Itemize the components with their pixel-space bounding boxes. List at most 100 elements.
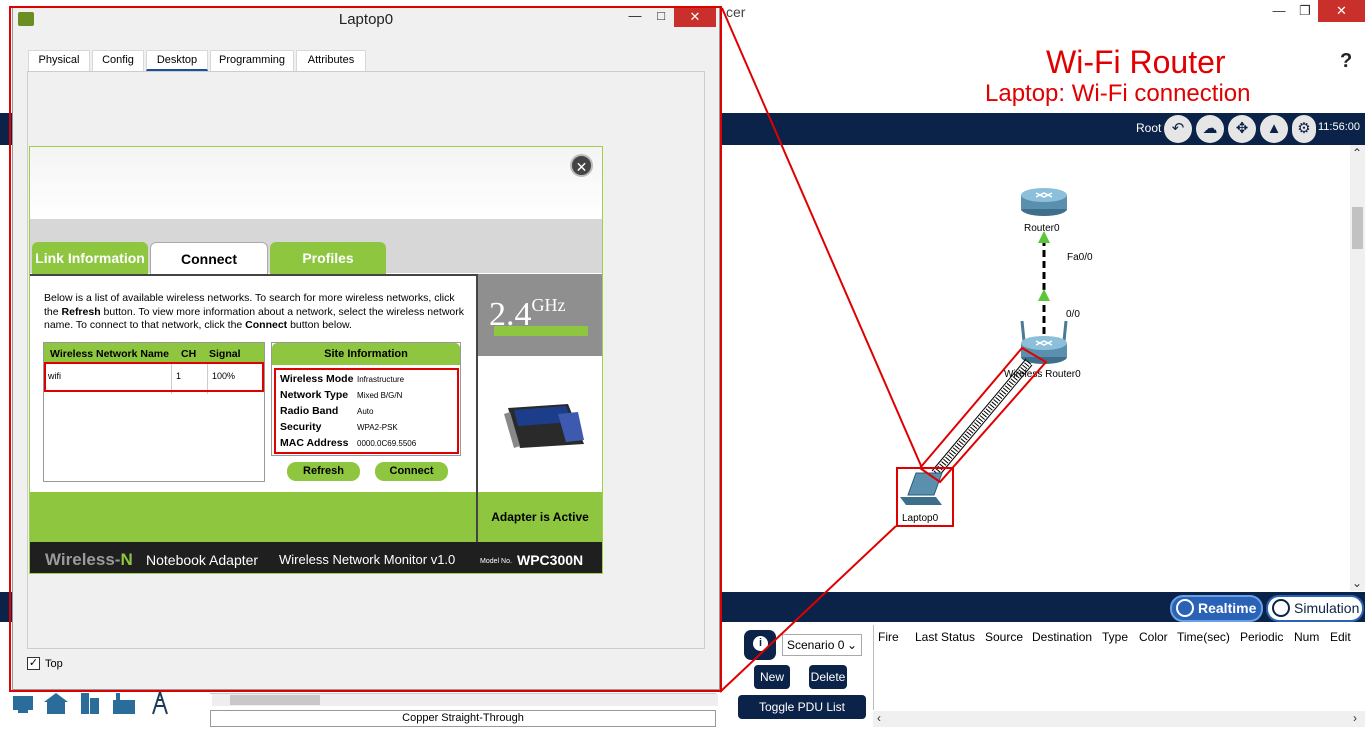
refresh-button[interactable]: Refresh — [287, 462, 360, 481]
port-label: 0/0 — [1066, 309, 1080, 320]
clock: 11:56:00 — [1318, 121, 1361, 133]
info-icon: i — [753, 636, 768, 651]
app-version: Wireless Network Monitor v1.0 — [279, 552, 456, 567]
factory-icon[interactable] — [110, 690, 138, 716]
green-band — [30, 492, 476, 542]
minimize-icon[interactable]: — — [622, 8, 648, 28]
tab-profiles[interactable]: Profiles — [270, 242, 386, 274]
topology-canvas[interactable] — [720, 145, 1350, 591]
tab-programming[interactable]: Programming — [210, 50, 294, 71]
pdu-column-header: Destination — [1032, 630, 1093, 644]
annotation-subtitle: Laptop: Wi-Fi connection — [985, 80, 1251, 107]
adapter-status: Adapter is Active — [491, 510, 589, 524]
simulation-button[interactable]: Simulation — [1266, 595, 1364, 622]
port-label: Fa0/0 — [1067, 252, 1093, 263]
network-list — [43, 342, 265, 482]
clock-icon — [1176, 599, 1194, 617]
scroll-right-icon[interactable]: › — [1353, 711, 1357, 725]
tab-physical[interactable]: Physical — [28, 50, 90, 71]
site-value: WPA2-PSK — [357, 423, 398, 432]
back-icon[interactable]: ↶ — [1164, 115, 1192, 143]
pdu-column-header: Num — [1294, 630, 1320, 644]
network-clock-icon[interactable]: ⚙ — [1292, 115, 1316, 143]
annotation-title: Wi-Fi Router — [1046, 44, 1226, 80]
realtime-button[interactable]: Realtime — [1170, 595, 1263, 622]
scenario-value: Scenario 0 — [787, 638, 845, 652]
tab-config[interactable]: Config — [92, 50, 144, 71]
main-window-title: cer — [726, 4, 746, 20]
scroll-down-icon[interactable]: ⌄ — [1352, 576, 1362, 590]
column-divider — [171, 364, 172, 394]
dialog-title: Laptop0 — [338, 11, 394, 28]
tab-link-information[interactable]: Link Information — [32, 242, 148, 274]
network-signal-cell[interactable]: 100% — [212, 371, 235, 381]
link-status-up-icon — [1038, 289, 1050, 301]
pdu-column-header: Fire — [878, 630, 899, 644]
close-icon[interactable]: ✕ — [570, 154, 593, 177]
model-no-label: Model No. — [480, 558, 512, 565]
brand-text: Wireless- — [45, 550, 121, 569]
stopwatch-icon — [1272, 599, 1290, 617]
router-icon — [1021, 188, 1067, 216]
scroll-thumb[interactable] — [230, 695, 320, 705]
landscape-icon[interactable]: ▲ — [1260, 115, 1288, 143]
column-divider — [207, 364, 208, 394]
tab-desktop[interactable]: Desktop — [146, 50, 208, 71]
pdu-column-header: Time(sec) — [1177, 630, 1230, 644]
pdu-column-header: Color — [1139, 630, 1168, 644]
scenario-select[interactable]: Scenario 0 ⌄ — [782, 634, 862, 656]
chevron-down-icon: ⌄ — [846, 638, 857, 652]
pdu-scrollbar[interactable] — [873, 711, 1365, 727]
tab-attributes[interactable]: Attributes — [296, 50, 366, 71]
product-name: Notebook Adapter — [146, 552, 259, 568]
connect-button[interactable]: Connect — [375, 462, 448, 481]
simulation-label: Simulation — [1294, 600, 1360, 616]
device-label-wireless-router0: Wireless Router0 — [1004, 369, 1081, 380]
close-icon[interactable]: ✕ — [674, 7, 716, 27]
column-signal: Signal — [209, 348, 241, 360]
description-connect: Connect — [245, 319, 288, 331]
toggle-pdu-list-button[interactable]: Toggle PDU List Window — [738, 695, 866, 738]
building-icon[interactable] — [76, 690, 104, 716]
site-label: Radio Band — [280, 405, 339, 417]
site-value: 0000.0C69.5506 — [357, 439, 417, 448]
delete-scenario-button[interactable]: Delete — [809, 665, 847, 689]
scroll-thumb[interactable] — [1352, 207, 1363, 249]
top-checkbox-label: Top — [45, 658, 63, 670]
realtime-label: Realtime — [1198, 600, 1257, 616]
device-label-router0: Router0 — [1024, 223, 1060, 234]
band-underline — [494, 326, 588, 336]
maximize-icon[interactable]: □ — [648, 8, 674, 28]
pdu-column-header: Last Status — [915, 630, 976, 644]
move-icon[interactable]: ✥ — [1228, 115, 1256, 143]
monitor-header — [30, 147, 602, 219]
network-name-cell[interactable]: wifi — [48, 371, 61, 381]
close-icon[interactable]: ✕ — [1318, 0, 1365, 22]
connect-description: Below is a list of available wireless ne… — [44, 292, 470, 333]
column-network-name: Wireless Network Name — [50, 348, 169, 360]
brand-logo: Wireless-N — [45, 550, 133, 570]
new-scenario-button[interactable]: New — [754, 665, 790, 689]
scroll-up-icon[interactable]: ⌃ — [1352, 146, 1362, 160]
pdu-column-header: Source — [985, 630, 1024, 644]
site-label: Security — [280, 421, 322, 433]
network-ch-cell[interactable]: 1 — [176, 371, 181, 381]
brand-n: N — [120, 550, 133, 569]
tower-icon[interactable] — [146, 690, 174, 716]
root-label[interactable]: Root — [1136, 121, 1161, 135]
top-checkbox[interactable]: ✓ — [27, 657, 40, 670]
cable-type-label: Copper Straight-Through — [210, 710, 716, 727]
monitor-icon[interactable] — [10, 690, 38, 716]
house-icon[interactable] — [42, 690, 70, 716]
site-value: Infrastructure — [357, 375, 405, 384]
site-information-title: Site Information — [272, 343, 460, 365]
help-icon[interactable]: ? — [1340, 50, 1352, 73]
maximize-icon[interactable]: ❐ — [1288, 0, 1322, 22]
column-ch: CH — [181, 348, 197, 360]
tab-connect[interactable]: Connect — [150, 242, 268, 274]
site-label: MAC Address — [280, 437, 349, 449]
cloud-icon[interactable]: ☁ — [1196, 115, 1224, 143]
pdu-column-header: Edit — [1330, 630, 1351, 644]
scroll-left-icon[interactable]: ‹ — [877, 711, 881, 725]
description-text: button below. — [287, 319, 352, 331]
